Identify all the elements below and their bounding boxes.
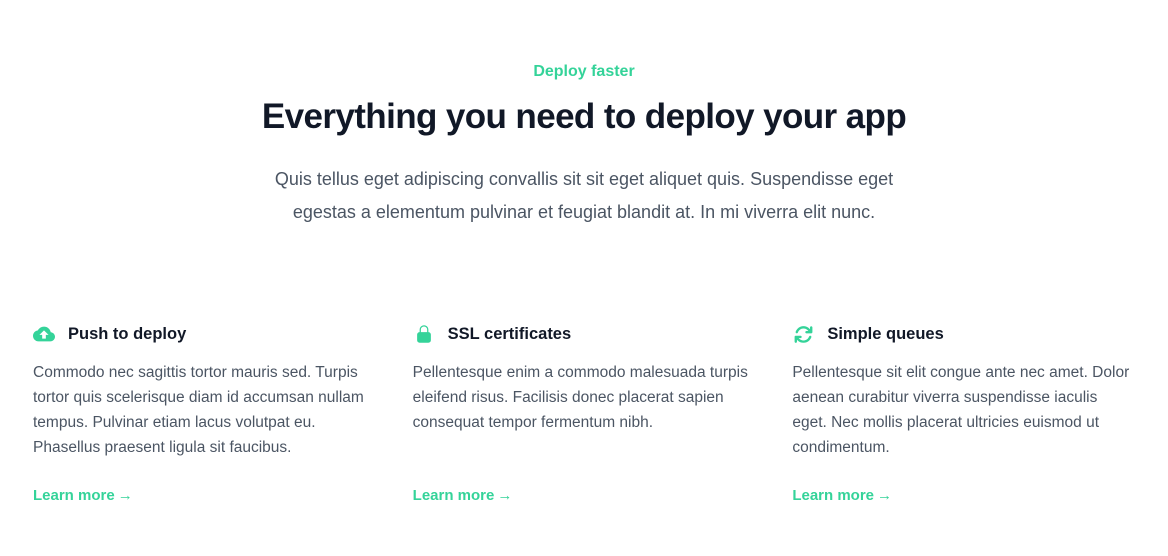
arrow-right-icon: → <box>497 487 512 504</box>
cloud-arrow-up-icon <box>33 323 55 345</box>
feature-header: SSL certificates <box>413 323 756 345</box>
arrow-right-icon: → <box>877 487 892 504</box>
arrow-right-icon: → <box>118 487 133 504</box>
learn-more-link-ssl-certificates[interactable]: Learn more→ <box>413 488 513 503</box>
learn-more-link-push-to-deploy[interactable]: Learn more→ <box>33 488 133 503</box>
page-title: Everything you need to deploy your app <box>0 97 1168 137</box>
learn-more-label: Learn more <box>33 487 115 504</box>
feature-header: Push to deploy <box>33 323 376 345</box>
feature-card-simple-queues: Simple queues Pellentesque sit elit cong… <box>792 323 1135 503</box>
features-section: Deploy faster Everything you need to dep… <box>0 0 1168 503</box>
feature-title: Simple queues <box>827 323 943 345</box>
feature-title: SSL certificates <box>448 323 572 345</box>
learn-more-label: Learn more <box>413 487 495 504</box>
learn-more-link-simple-queues[interactable]: Learn more→ <box>792 488 892 503</box>
feature-card-push-to-deploy: Push to deploy Commodo nec sagittis tort… <box>33 323 376 503</box>
hero-description: Quis tellus eget adipiscing convallis si… <box>264 163 904 229</box>
feature-description: Commodo nec sagittis tortor mauris sed. … <box>33 360 376 460</box>
arrows-rotate-icon <box>792 323 814 345</box>
feature-card-ssl-certificates: SSL certificates Pellentesque enim a com… <box>413 323 756 503</box>
lock-closed-icon <box>413 323 435 345</box>
eyebrow-label: Deploy faster <box>0 64 1168 80</box>
feature-description: Pellentesque sit elit congue ante nec am… <box>792 360 1135 460</box>
feature-header: Simple queues <box>792 323 1135 345</box>
learn-more-label: Learn more <box>792 487 874 504</box>
hero: Deploy faster Everything you need to dep… <box>0 64 1168 229</box>
feature-description: Pellentesque enim a commodo malesuada tu… <box>413 360 756 435</box>
feature-grid: Push to deploy Commodo nec sagittis tort… <box>33 323 1135 503</box>
feature-title: Push to deploy <box>68 323 186 345</box>
